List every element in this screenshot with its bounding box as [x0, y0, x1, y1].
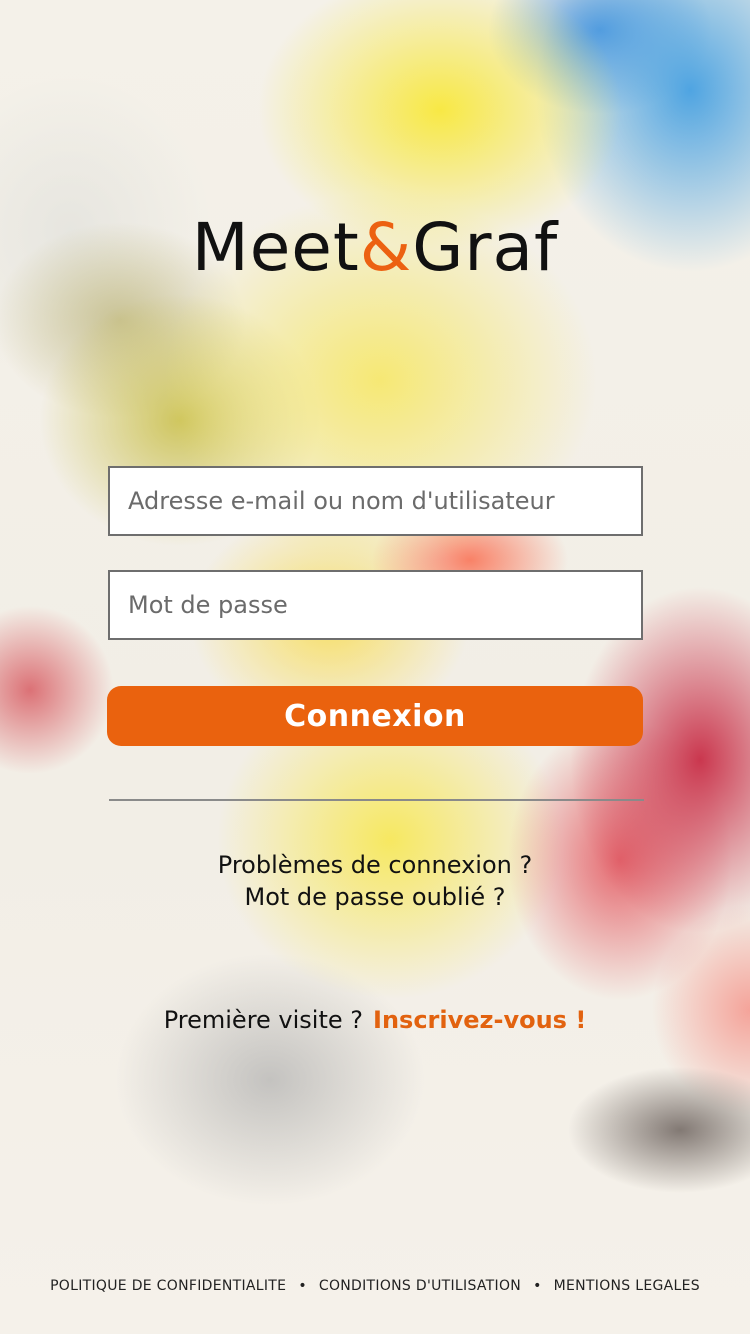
logo-text-meet: Meet	[191, 209, 360, 286]
logo-ampersand: &	[359, 209, 413, 286]
forgot-password-link[interactable]: Mot de passe oublié ?	[245, 883, 506, 911]
legal-notices-link[interactable]: MENTIONS LEGALES	[554, 1278, 700, 1294]
password-input[interactable]	[108, 570, 643, 640]
footer-separator: •	[533, 1278, 542, 1294]
app-logo: Meet&Graf	[0, 208, 750, 288]
login-button[interactable]: Connexion	[107, 686, 643, 746]
help-line-2: Mot de passe oublié ?	[0, 881, 750, 913]
blurred-background	[0, 0, 750, 1334]
divider	[109, 799, 644, 801]
signup-row: Première visite ? Inscrivez-vous !	[0, 1003, 750, 1037]
signup-link[interactable]: Inscrivez-vous !	[373, 1006, 586, 1034]
signup-prompt: Première visite ?	[163, 1006, 364, 1034]
help-line-1: Problèmes de connexion ?	[0, 849, 750, 881]
terms-of-use-link[interactable]: CONDITIONS D'UTILISATION	[319, 1278, 521, 1294]
footer-separator: •	[298, 1278, 307, 1294]
email-username-input[interactable]	[108, 466, 643, 536]
privacy-policy-link[interactable]: POLITIQUE DE CONFIDENTIALITE	[50, 1278, 286, 1294]
logo-text-graf: Graf	[412, 209, 559, 286]
connection-problems-link[interactable]: Problèmes de connexion ?	[218, 851, 532, 879]
footer-links: POLITIQUE DE CONFIDENTIALITE • CONDITIONS …	[0, 1278, 750, 1294]
